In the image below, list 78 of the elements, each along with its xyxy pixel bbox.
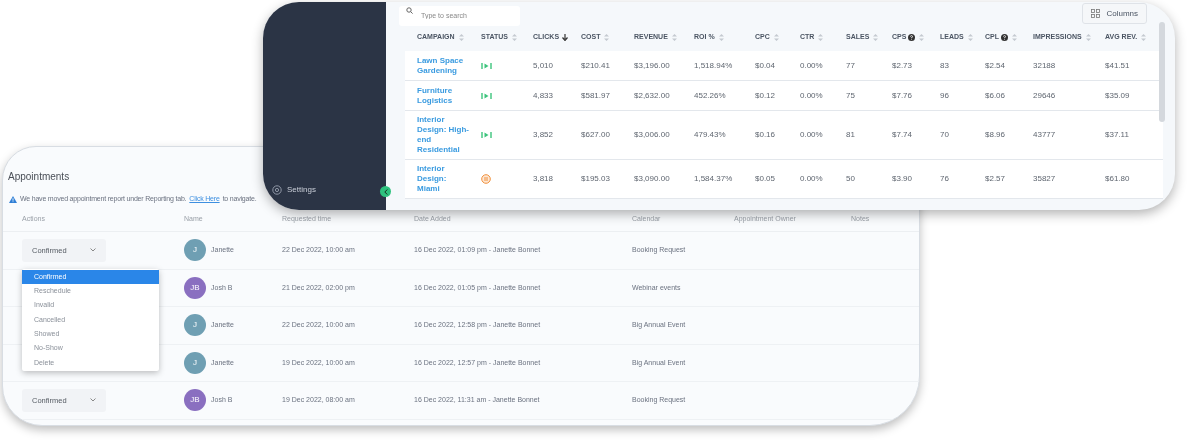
table-cell-text: 76	[940, 173, 950, 185]
table-cell-text: 43777	[1033, 129, 1057, 141]
table-cell-text: 0.00%	[800, 89, 824, 102]
table-cell-text: 3,818	[533, 173, 555, 185]
warning-icon	[9, 195, 17, 203]
table-cell-text: 1,518.94%	[694, 59, 734, 72]
table-cell-text: $627.00	[581, 129, 611, 141]
sort-icon[interactable]	[873, 34, 879, 41]
sort-icon[interactable]	[773, 34, 779, 41]
table-cell-text: 96	[940, 89, 950, 102]
table-cell-text: $7.76	[892, 89, 914, 102]
sort-icon[interactable]	[458, 34, 464, 41]
table-cell-text: 50	[846, 173, 856, 185]
sort-icon[interactable]	[967, 34, 973, 41]
sort-icon[interactable]	[919, 34, 925, 41]
table-cell-text: $0.05	[755, 173, 777, 185]
table-cell-text: $61.80	[1105, 173, 1131, 185]
table-cell-text: $195.03	[581, 173, 611, 185]
table-cell-text: 0.00%	[800, 173, 824, 185]
page-title: Appointments	[8, 171, 70, 182]
table-cell-text: 75	[846, 89, 856, 102]
table-cell-text: $581.97	[581, 89, 611, 102]
table-cell-text: $35.09	[1105, 89, 1131, 102]
avatar: J	[184, 351, 206, 374]
chevron-down-icon	[90, 398, 96, 403]
columns-button[interactable]: Columns	[1082, 3, 1147, 24]
sort-icon[interactable]	[818, 34, 824, 41]
table-cell-text: $2.57	[985, 173, 1007, 185]
avatar: JB	[184, 389, 206, 412]
avatar: J	[184, 314, 206, 337]
table-cell-text: $3.90	[892, 173, 914, 185]
table-cell-text: 1,584.37%	[694, 173, 734, 185]
search-icon	[406, 7, 413, 15]
chevron-left-icon	[383, 188, 388, 195]
table-cell-text: 0.00%	[800, 59, 824, 72]
table-cell-text: $2.73	[892, 59, 914, 72]
table-cell-text: 29646	[1033, 89, 1057, 102]
table-cell-text: 4,833	[533, 89, 555, 102]
table-cell-text: $3,196.00	[634, 59, 671, 72]
table-cell-text: $37.11	[1105, 129, 1130, 141]
table-cell-text: $7.74	[892, 129, 914, 141]
table-cell-text: 479.43%	[694, 129, 727, 141]
sort-descending-icon[interactable]	[562, 34, 569, 41]
table-cell-text: $0.04	[755, 59, 777, 72]
table-cell-text: $2.54	[985, 59, 1007, 72]
sort-icon[interactable]	[604, 34, 610, 41]
table-cell-text: 5,010	[533, 59, 555, 72]
collapse-button[interactable]	[380, 186, 391, 197]
table-cell-text: $41.51	[1105, 59, 1131, 72]
sort-icon[interactable]	[718, 34, 724, 41]
table-cell-text: 77	[846, 59, 856, 72]
avatar: JB	[184, 276, 206, 299]
avatar: J	[184, 239, 206, 262]
table-cell-text: $210.41	[581, 59, 611, 72]
sort-icon[interactable]	[511, 34, 517, 41]
table-cell-text: $0.16	[755, 129, 777, 141]
settings-icon	[272, 185, 282, 195]
table-cell-text: $2,632.00	[634, 89, 671, 102]
table-cell-text: $3,090.00	[634, 173, 671, 185]
table-cell-text: 70	[940, 129, 950, 141]
table-cell-text: 3,852	[533, 129, 555, 141]
table-cell-text: $3,006.00	[634, 129, 671, 141]
settings-item[interactable]: Settings	[272, 184, 316, 196]
table-cell-text: $0.12	[755, 89, 777, 102]
table-cell-text: 32188	[1033, 59, 1057, 72]
table-cell-text: $8.96	[985, 129, 1007, 141]
sort-icon[interactable]	[671, 34, 677, 41]
chevron-down-icon	[90, 248, 96, 253]
table-cell-text: 81	[846, 129, 856, 141]
table-cell-text: 452.26%	[694, 89, 727, 102]
table-cell-text: 0.00%	[800, 129, 824, 141]
sort-icon[interactable]	[1141, 34, 1147, 41]
grid-icon	[1091, 9, 1101, 18]
table-cell-text: 35827	[1033, 173, 1057, 185]
sort-icon[interactable]	[1012, 34, 1017, 41]
table-cell-text: $6.06	[985, 89, 1007, 102]
table-cell-text: 83	[940, 59, 950, 72]
sort-icon[interactable]	[1085, 34, 1091, 41]
